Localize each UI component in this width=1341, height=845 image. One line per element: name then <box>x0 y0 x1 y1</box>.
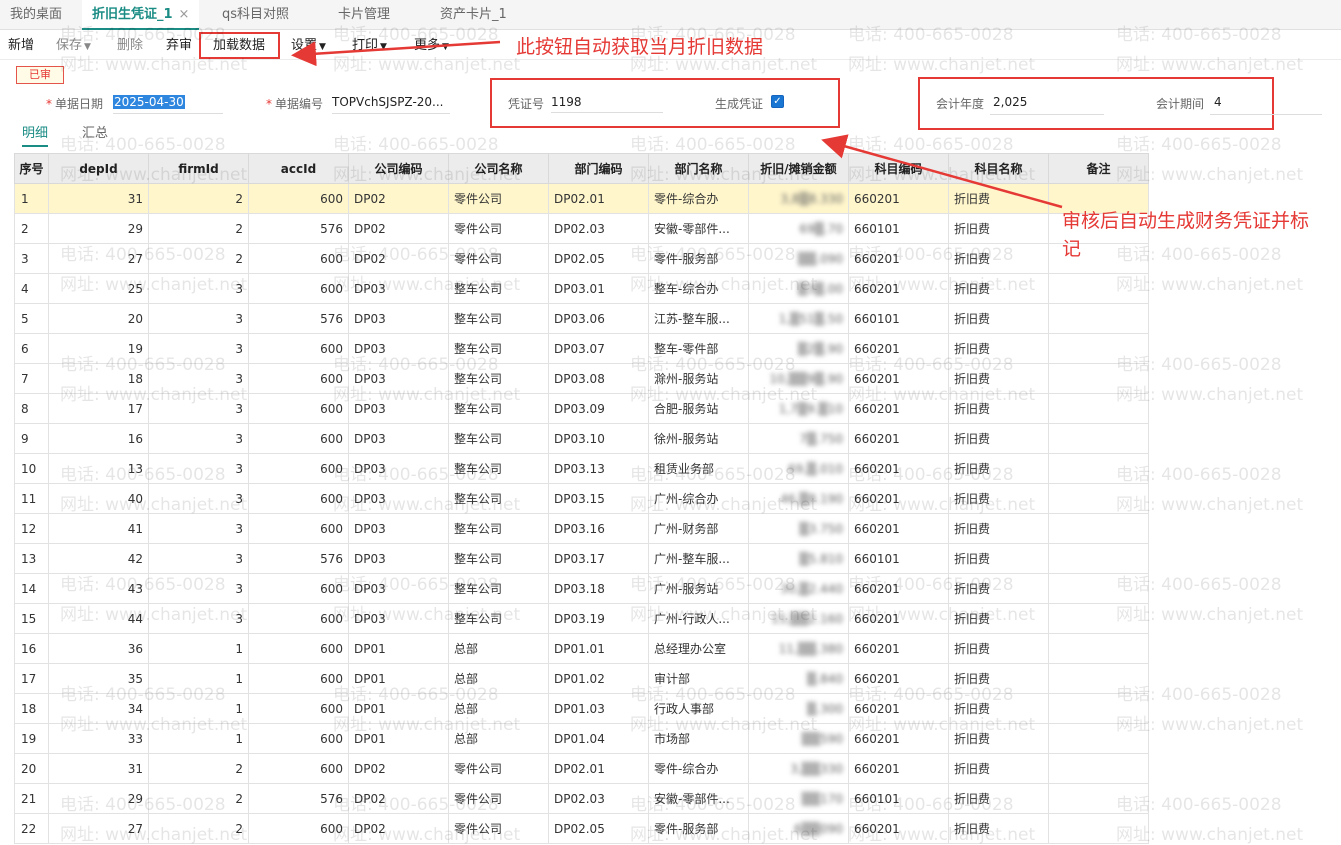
voucher-annotation-line1: 审核后自动生成财务凭证并标 <box>1062 210 1310 232</box>
arrow-to-voucher-box <box>821 134 1063 209</box>
annotation-arrows <box>291 40 1063 209</box>
load-button-annotation: 此按钮自动获取当月折旧数据 <box>516 36 764 58</box>
voucher-annotation-line2: 记 <box>1062 238 1082 260</box>
arrow-to-load-button <box>291 40 501 67</box>
